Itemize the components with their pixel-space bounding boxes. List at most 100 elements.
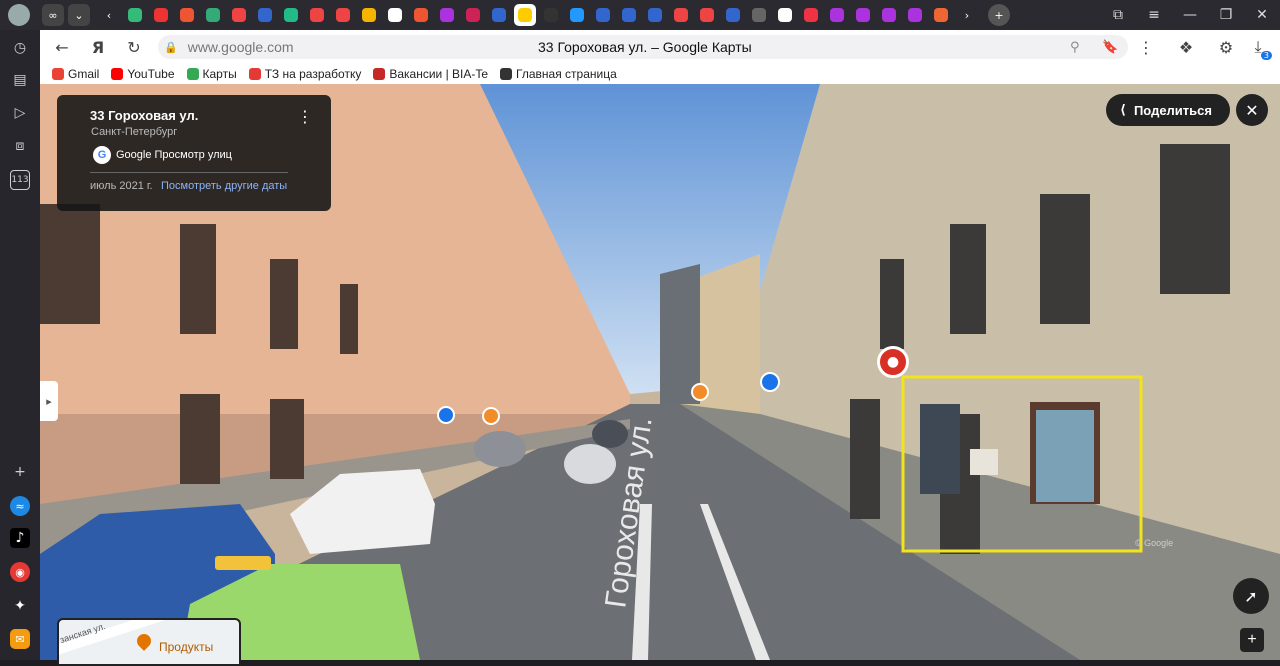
collections-icon[interactable]: ⧉: [1100, 0, 1136, 30]
tab-favicon-icon[interactable]: [644, 4, 666, 26]
favicon-icon: [310, 8, 324, 22]
tab-favicon-icon[interactable]: [150, 4, 172, 26]
tab-favicon-icon[interactable]: [462, 4, 484, 26]
tab-favicon-icon[interactable]: [332, 4, 354, 26]
new-tab-button[interactable]: +: [988, 4, 1010, 26]
tab-favicon-icon[interactable]: [592, 4, 614, 26]
menu-icon[interactable]: ≡: [1136, 0, 1172, 30]
app-icon[interactable]: ◉: [10, 562, 30, 582]
tab-favicon-icon[interactable]: [696, 4, 718, 26]
tab-favicon-icon[interactable]: [280, 4, 302, 26]
favicon-icon: [232, 8, 246, 22]
tab-favicon-icon[interactable]: [436, 4, 458, 26]
profile-sync-icon[interactable]: ⚙: [1208, 30, 1244, 64]
tab-favicon-icon[interactable]: [722, 4, 744, 26]
screenshot-icon[interactable]: ⧈: [10, 136, 30, 156]
bookmark-label: Вакансии | BIA-Te: [389, 67, 489, 81]
favicon-icon: [804, 8, 818, 22]
url-field[interactable]: 🔒 www.google.com 33 Гороховая ул. – Goog…: [158, 35, 1128, 59]
tab-favicon-icon[interactable]: [566, 4, 588, 26]
profile-avatar[interactable]: [8, 4, 30, 26]
reload-button[interactable]: ↻: [116, 30, 152, 64]
tab-favicon-icon[interactable]: [358, 4, 380, 26]
restore-button[interactable]: ❐: [1208, 0, 1244, 30]
tab-favicon-icon[interactable]: [228, 4, 250, 26]
favicon-icon: [648, 8, 662, 22]
bookmark-item[interactable]: ТЗ на разработку: [248, 67, 361, 81]
bookmark-icon[interactable]: 🔖: [1102, 40, 1118, 55]
downloads-badge: 3: [1260, 51, 1272, 60]
tab-favicon-icon[interactable]: [774, 4, 796, 26]
tab-favicon-icon[interactable]: [124, 4, 146, 26]
tab-favicon-icon[interactable]: [410, 4, 432, 26]
tab-favicon-icon[interactable]: [670, 4, 692, 26]
sidebar-badge[interactable]: 113: [10, 170, 30, 190]
close-street-view-button[interactable]: ✕: [1236, 94, 1268, 126]
other-dates-link[interactable]: Посмотреть другие даты: [161, 180, 287, 192]
share-button[interactable]: ⟨ Поделиться: [1106, 94, 1230, 126]
favicon-icon: [336, 8, 350, 22]
tab-favicon-icon[interactable]: [384, 4, 406, 26]
bookmark-item[interactable]: Вакансии | BIA-Te: [373, 67, 488, 81]
favicon-icon: [700, 8, 714, 22]
yandex-button[interactable]: Я: [80, 30, 116, 64]
bookmark-favicon-icon: [52, 68, 64, 80]
tab-favicon-icon[interactable]: [306, 4, 328, 26]
place-pin-icon[interactable]: ●: [877, 346, 909, 378]
media-icon[interactable]: ▷: [10, 103, 30, 123]
history-icon[interactable]: ◷: [10, 38, 30, 58]
back-button[interactable]: ←: [44, 30, 80, 64]
tab-favicon-icon[interactable]: [540, 4, 562, 26]
tiktok-icon[interactable]: ♪: [10, 528, 30, 548]
bookmark-item[interactable]: Главная страница: [500, 67, 617, 81]
compass-icon[interactable]: ➚: [1233, 578, 1269, 614]
favicon-icon: [154, 8, 168, 22]
food-marker-icon[interactable]: [691, 383, 709, 401]
shopping-marker-icon[interactable]: [760, 372, 780, 392]
lock-icon: 🔒: [164, 40, 178, 54]
minimize-button[interactable]: —: [1172, 0, 1208, 30]
zoom-in-button[interactable]: +: [1240, 628, 1264, 652]
tab-favicon-icon[interactable]: [202, 4, 224, 26]
tabs-scroll-left-icon[interactable]: ‹: [98, 4, 120, 26]
bookmark-item[interactable]: Gmail: [52, 67, 99, 81]
sparkle-icon[interactable]: ✦: [10, 596, 30, 616]
tab-favicon-icon[interactable]: [800, 4, 822, 26]
messenger-icon[interactable]: ≈: [10, 496, 30, 516]
tabs-dropdown-icon[interactable]: ⌄: [68, 4, 90, 26]
tab-favicon-icon[interactable]: [930, 4, 952, 26]
extensions-icon[interactable]: ❖: [1168, 30, 1204, 64]
tabs-scroll-right-icon[interactable]: ›: [956, 4, 978, 26]
close-window-button[interactable]: ✕: [1244, 0, 1280, 30]
tab-favicon-icon[interactable]: [878, 4, 900, 26]
favicon-icon: [596, 8, 610, 22]
tab-favicon-icon[interactable]: [488, 4, 510, 26]
tab-favicon-icon[interactable]: [748, 4, 770, 26]
tab-favicon-icon[interactable]: [176, 4, 198, 26]
tab-favicon-icon[interactable]: [618, 4, 640, 26]
location-icon[interactable]: ⚲: [1070, 40, 1080, 55]
shopping-marker-icon-2[interactable]: [437, 406, 455, 424]
tab-group-icon[interactable]: ∞: [42, 4, 64, 26]
minimap[interactable]: занская ул. Продукты: [57, 618, 241, 666]
bookmark-item[interactable]: YouTube: [111, 67, 175, 81]
add-panel-icon[interactable]: +: [10, 462, 30, 482]
food-marker-icon-2[interactable]: [482, 407, 500, 425]
tab-favicon-icon[interactable]: [852, 4, 874, 26]
bookmarks-panel-icon[interactable]: ▤: [10, 70, 30, 90]
tab-favicon-icon[interactable]: [826, 4, 848, 26]
tab-favicon-icon[interactable]: [254, 4, 276, 26]
expand-panel-button[interactable]: ▸: [40, 381, 58, 421]
minimap-pin-icon: [134, 631, 154, 651]
mail-icon[interactable]: ✉: [10, 629, 30, 649]
favicon-icon: [440, 8, 454, 22]
tab-favicon-icon[interactable]: [514, 4, 536, 26]
bookmark-item[interactable]: Карты: [186, 67, 237, 81]
bookmark-label: Карты: [202, 67, 237, 81]
tab-favicon-icon[interactable]: [904, 4, 926, 26]
more-icon[interactable]: ⋮: [1128, 30, 1164, 64]
favicon-icon: [180, 8, 194, 22]
favicon-icon: [908, 8, 922, 22]
options-icon[interactable]: ⋮: [297, 107, 313, 126]
downloads-icon[interactable]: ⤓ 3: [1240, 30, 1276, 64]
